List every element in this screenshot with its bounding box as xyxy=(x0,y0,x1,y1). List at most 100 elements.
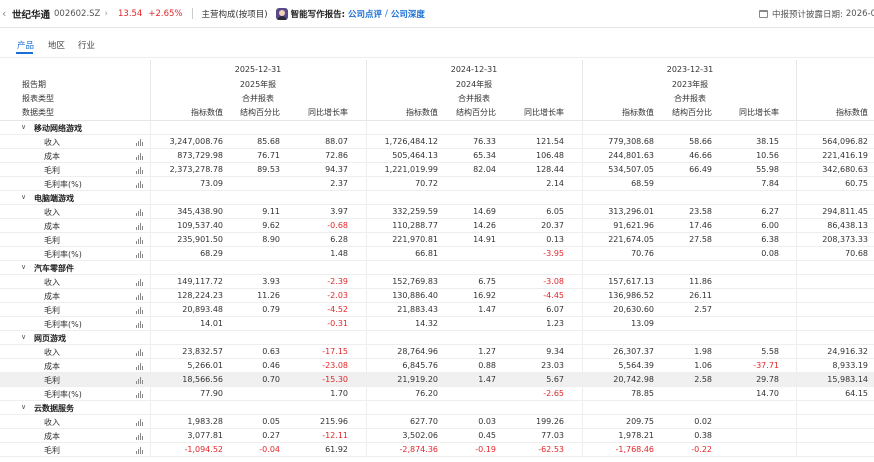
company-depth-link[interactable]: 公司深度 xyxy=(391,8,425,20)
table-cell: 345,438.90 xyxy=(177,207,223,216)
group-row[interactable]: ∨ 云数据服务 xyxy=(0,401,874,415)
bar-chart-icon[interactable] xyxy=(136,209,144,216)
table-row[interactable]: 收入 149,117.72 3.93 -2.39 152,769.83 6.75 -3.08… xyxy=(0,275,874,289)
table-row[interactable]: 毛利率(%) 73.09 2.37 70.72 2.14 68.59 7.84 60.75 xyxy=(0,177,874,191)
table-row[interactable]: 毛利率(%) 77.90 1.70 76.20 -2.65 78.85 14.70 64.15 xyxy=(0,387,874,401)
table-row[interactable]: 收入 1,983.28 0.05 215.96 627.70 0.03 199.26 209.… xyxy=(0,415,874,429)
table-cell: 332,259.59 xyxy=(392,207,438,216)
bar-chart-icon[interactable] xyxy=(136,251,144,258)
metric-label: 成本 xyxy=(44,362,60,371)
group-row[interactable]: ∨ 移动网络游戏 xyxy=(0,121,874,135)
header-divider xyxy=(150,60,151,121)
table-row[interactable]: 成本 128,224.23 11.26 -2.03 130,886.40 16.92 -4.… xyxy=(0,289,874,303)
table-cell: 2.14 xyxy=(546,179,564,188)
tab-industry[interactable]: 行业 xyxy=(78,39,95,51)
column-divider xyxy=(150,247,151,261)
collapse-chevron-icon[interactable]: ∨ xyxy=(21,403,26,411)
bar-chart-icon[interactable] xyxy=(136,307,144,314)
table-cell: 6.28 xyxy=(330,235,348,244)
bar-chart-icon[interactable] xyxy=(136,377,144,384)
header-divider xyxy=(796,60,797,121)
collapse-chevron-icon[interactable]: ∨ xyxy=(21,123,26,131)
table-row[interactable]: 毛利率(%) 14.01 -0.31 14.32 1.23 13.09 xyxy=(0,317,874,331)
table-row[interactable]: 毛利率(%) 68.29 1.48 66.81 -3.95 70.76 0.08 70.68 xyxy=(0,247,874,261)
collapse-chevron-icon[interactable]: ∨ xyxy=(21,333,26,341)
stock-name: 世纪华通 xyxy=(12,9,51,21)
table-cell: 0.13 xyxy=(546,235,564,244)
table-cell: 873,729.98 xyxy=(177,151,223,160)
bar-chart-icon[interactable] xyxy=(136,293,144,300)
table-cell: 6.38 xyxy=(761,235,779,244)
table-cell: 0.46 xyxy=(262,361,280,370)
bar-chart-icon-bar xyxy=(140,363,141,370)
column-divider xyxy=(796,289,797,303)
bar-chart-icon[interactable] xyxy=(136,279,144,286)
chevron-right-icon[interactable]: › xyxy=(104,9,108,19)
bar-chart-icon-bar xyxy=(140,293,141,300)
table-row[interactable]: 收入 23,832.57 0.63 -17.15 28,764.96 1.27 9.34 26… xyxy=(0,345,874,359)
table-cell: 29.78 xyxy=(756,375,779,384)
bar-chart-icon[interactable] xyxy=(136,433,144,440)
table-cell: 2.57 xyxy=(694,305,712,314)
bar-chart-icon[interactable] xyxy=(136,167,144,174)
chevron-left-icon[interactable]: ‹ xyxy=(2,7,10,20)
table-cell: -2,874.36 xyxy=(399,445,438,454)
table-row[interactable]: 收入 345,438.90 9.11 3.97 332,259.59 14.69 6.05 3… xyxy=(0,205,874,219)
bar-chart-icon-bar xyxy=(136,437,137,440)
table-cell: 2.58 xyxy=(694,375,712,384)
bar-chart-icon[interactable] xyxy=(136,447,144,454)
table-cell: 14.32 xyxy=(415,319,438,328)
bar-chart-icon[interactable] xyxy=(136,391,144,398)
tab-region[interactable]: 地区 xyxy=(48,39,65,51)
bar-chart-icon[interactable] xyxy=(136,223,144,230)
bar-chart-icon[interactable] xyxy=(136,363,144,370)
table-row[interactable]: 成本 109,537.40 9.62 -0.68 110,288.77 14.26 20.3… xyxy=(0,219,874,233)
bar-chart-icon[interactable] xyxy=(136,237,144,244)
bar-chart-icon-bar xyxy=(136,297,137,300)
group-row[interactable]: ∨ 电脑端游戏 xyxy=(0,191,874,205)
table-row[interactable]: 毛利 2,373,278.78 89.53 94.37 1,221,019.99 82.0… xyxy=(0,163,874,177)
table-cell: 2,373,278.78 xyxy=(169,165,223,174)
bar-chart-icon-bar xyxy=(136,241,137,244)
company-review-link[interactable]: 公司点评 xyxy=(348,8,382,20)
table-cell: 6.00 xyxy=(761,221,779,230)
table-row[interactable]: 收入 3,247,008.76 85.68 88.07 1,726,484.12 76.3… xyxy=(0,135,874,149)
table-row[interactable]: 成本 3,077.81 0.27 -12.11 3,502.06 0.45 77.03 1,9… xyxy=(0,429,874,443)
bar-chart-icon[interactable] xyxy=(136,181,144,188)
column-divider xyxy=(150,261,151,275)
bar-chart-icon[interactable] xyxy=(136,139,144,146)
metric-label: 收入 xyxy=(44,348,60,357)
bar-chart-icon[interactable] xyxy=(136,153,144,160)
column-divider xyxy=(796,345,797,359)
column-divider xyxy=(150,205,151,219)
group-row[interactable]: ∨ 汽车零部件 xyxy=(0,261,874,275)
collapse-chevron-icon[interactable]: ∨ xyxy=(21,263,26,271)
column-divider xyxy=(150,359,151,373)
table-row[interactable]: 成本 5,266.01 0.46 -23.08 6,845.76 0.88 23.03 5,5… xyxy=(0,359,874,373)
table-cell: 91,621.96 xyxy=(613,221,654,230)
column-divider xyxy=(582,219,583,233)
column-divider xyxy=(150,289,151,303)
collapse-chevron-icon[interactable]: ∨ xyxy=(21,193,26,201)
tab-product[interactable]: 产品 xyxy=(17,39,34,51)
table-row[interactable]: 毛利 18,566.56 0.70 -15.30 21,919.20 1.47 5.67 20… xyxy=(0,373,874,387)
table-row[interactable]: 毛利 -1,094.52 -0.04 61.92 -2,874.36 -0.19 -62.5… xyxy=(0,443,874,457)
bar-chart-icon-bar xyxy=(136,395,137,398)
column-divider xyxy=(366,233,367,247)
group-row[interactable]: ∨ 网页游戏 xyxy=(0,331,874,345)
bar-chart-icon-bar xyxy=(138,253,139,258)
table-row[interactable]: 毛利 20,893.48 0.79 -4.52 21,883.43 1.47 6.07 20,… xyxy=(0,303,874,317)
column-divider xyxy=(366,331,367,345)
column-divider xyxy=(150,331,151,345)
table-row[interactable]: 成本 873,729.98 76.71 72.86 505,464.13 65.34 106… xyxy=(0,149,874,163)
column-divider xyxy=(150,177,151,191)
column-divider xyxy=(796,373,797,387)
table-cell: 20,630.60 xyxy=(613,305,654,314)
bar-chart-icon[interactable] xyxy=(136,349,144,356)
metric-label: 收入 xyxy=(44,418,60,427)
column-divider xyxy=(796,401,797,415)
table-cell: 221,416.19 xyxy=(822,151,868,160)
bar-chart-icon[interactable] xyxy=(136,419,144,426)
bar-chart-icon[interactable] xyxy=(136,321,144,328)
table-row[interactable]: 毛利 235,901.50 8.90 6.28 221,970.81 14.91 0.13 2… xyxy=(0,233,874,247)
